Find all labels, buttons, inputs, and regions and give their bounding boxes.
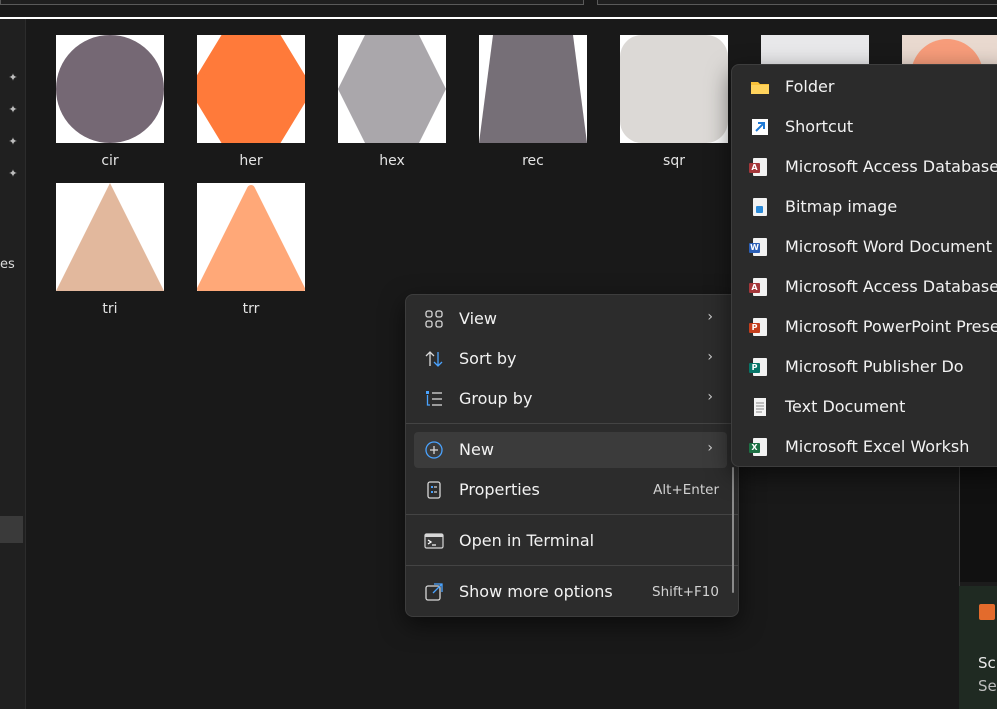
file-thumbnail-tri[interactable] [56, 183, 164, 291]
submenu-item-label: Microsoft Access Database [785, 277, 997, 296]
app-icon [979, 604, 995, 620]
submenu-item-excel[interactable]: X Microsoft Excel Worksh [740, 429, 997, 465]
submenu-item-label: Bitmap image [785, 197, 898, 216]
file-name[interactable]: hex [338, 153, 446, 169]
menu-separator [406, 565, 738, 566]
file-thumbnail-her[interactable] [197, 35, 305, 143]
chevron-right-icon: › [707, 440, 713, 456]
new-submenu: Folder Shortcut A Microsoft Access Datab… [731, 64, 997, 467]
plus-circle-icon [425, 441, 443, 459]
submenu-item-label: Shortcut [785, 117, 854, 136]
shortcut-label: Shift+F10 [652, 584, 719, 600]
file-name[interactable]: cir [56, 153, 164, 169]
file-thumbnail-hex[interactable] [338, 35, 446, 143]
submenu-item-publisher[interactable]: P Microsoft Publisher Do [740, 349, 997, 385]
submenu-item-label: Microsoft Excel Worksh [785, 437, 970, 456]
submenu-item-label: Microsoft Publisher Do [785, 357, 964, 376]
menu-item-group-by[interactable]: Group by › [414, 381, 727, 417]
pin-icon[interactable]: ✦ [7, 136, 19, 148]
menu-item-open-terminal[interactable]: Open in Terminal [414, 523, 727, 559]
file-name[interactable]: rec [479, 153, 587, 169]
submenu-item-word-document[interactable]: W Microsoft Word Document [740, 229, 997, 265]
shortcut-icon [752, 119, 768, 135]
submenu-item-folder[interactable]: Folder [740, 69, 997, 105]
menu-item-properties[interactable]: Properties Alt+Enter [414, 472, 727, 508]
submenu-item-bitmap[interactable]: Bitmap image [740, 189, 997, 225]
file-thumbnail-rec[interactable] [479, 35, 587, 143]
notification-text: Se [978, 677, 997, 695]
notification-text: Sc [978, 654, 996, 672]
menu-item-view[interactable]: View › [414, 301, 727, 337]
submenu-item-access-database[interactable]: A Microsoft Access Database [740, 269, 997, 305]
folder-icon [751, 82, 769, 94]
menu-item-new[interactable]: New › [414, 432, 727, 468]
navigation-pane: ✦ ✦ ✦ ✦ es [0, 19, 26, 709]
text-document-icon [754, 398, 766, 416]
menu-item-label: Properties [459, 480, 540, 499]
file-thumbnail-sqr[interactable] [620, 35, 728, 143]
file-name[interactable]: sqr [620, 153, 728, 169]
file-name[interactable]: trr [197, 301, 305, 317]
menu-item-label: Sort by [459, 349, 517, 368]
nav-item-label[interactable]: es [0, 257, 15, 272]
menu-item-label: Show more options [459, 582, 613, 601]
menu-scrollbar[interactable] [732, 467, 734, 593]
background-notification: Sc Se [959, 586, 997, 709]
publisher-icon: P [749, 357, 770, 377]
menu-separator [406, 423, 738, 424]
file-thumbnail-cir[interactable] [56, 35, 164, 143]
excel-icon: X [749, 437, 770, 457]
pin-icon[interactable]: ✦ [7, 72, 19, 84]
submenu-item-powerpoint[interactable]: P Microsoft PowerPoint Prese [740, 309, 997, 345]
menu-item-label: Group by [459, 389, 533, 408]
terminal-icon [424, 533, 444, 549]
submenu-item-access-database[interactable]: A Microsoft Access Database [740, 149, 997, 185]
search-box[interactable] [597, 0, 997, 5]
submenu-item-label: Microsoft Access Database [785, 157, 997, 176]
access-icon: A [749, 157, 770, 177]
address-bar[interactable] [0, 0, 584, 5]
chevron-right-icon: › [707, 389, 713, 405]
powerpoint-icon: P [749, 317, 770, 337]
submenu-item-shortcut[interactable]: Shortcut [740, 109, 997, 145]
list-icon [426, 391, 442, 406]
sort-icon [425, 351, 443, 367]
properties-icon [427, 481, 441, 499]
word-icon: W [749, 237, 770, 257]
pin-icon[interactable]: ✦ [7, 168, 19, 180]
access-icon: A [749, 277, 770, 297]
header-divider [0, 17, 997, 19]
more-options-icon [425, 583, 443, 601]
submenu-item-label: Microsoft Word Document [785, 237, 992, 256]
chevron-right-icon: › [707, 349, 713, 365]
menu-item-label: New [459, 440, 494, 459]
file-thumbnail-trr[interactable] [197, 183, 305, 291]
menu-item-label: Open in Terminal [459, 531, 595, 550]
submenu-item-label: Folder [785, 77, 835, 96]
chevron-right-icon: › [707, 309, 713, 325]
menu-separator [406, 514, 738, 515]
submenu-item-label: Text Document [785, 397, 906, 416]
menu-item-show-more-options[interactable]: Show more options Shift+F10 [414, 574, 727, 610]
submenu-item-label: Microsoft PowerPoint Prese [785, 317, 997, 336]
file-name[interactable]: her [197, 153, 305, 169]
context-menu: View › Sort by › Group by › New › Proper… [405, 294, 739, 617]
submenu-item-text-document[interactable]: Text Document [740, 389, 997, 425]
file-name[interactable]: tri [56, 301, 164, 317]
menu-item-label: View [459, 309, 497, 328]
grid-icon [425, 310, 443, 328]
menu-item-sort-by[interactable]: Sort by › [414, 341, 727, 377]
bitmap-icon [750, 197, 770, 217]
nav-selected-item[interactable] [0, 516, 23, 543]
pin-icon[interactable]: ✦ [7, 104, 19, 116]
shortcut-label: Alt+Enter [653, 482, 719, 498]
